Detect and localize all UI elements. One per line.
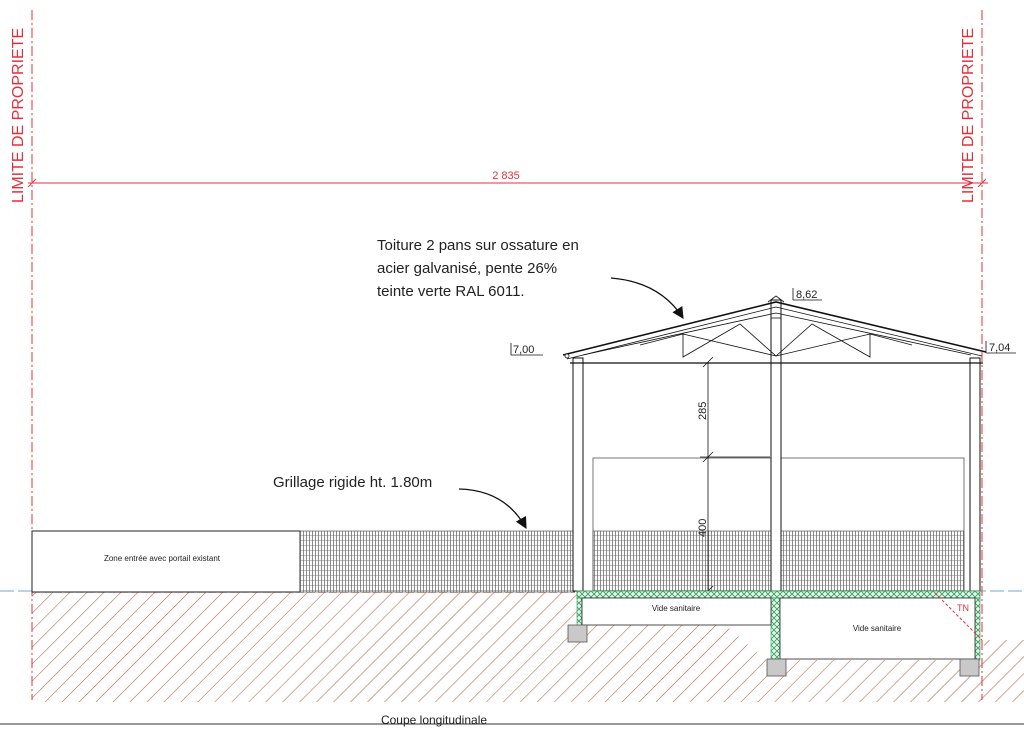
roof-note-arrow [610,277,684,319]
level-right-eave-value: 7,04 [989,342,1010,354]
roof-note-line2: acier galvanisé, pente 26% [377,260,557,277]
overall-dimension-value: 2 835 [492,170,520,182]
entry-zone-label: Zone entrée avec portail existant [104,554,221,563]
lower-height-value: 400 [697,519,709,537]
upper-height-value: 285 [697,402,709,420]
roof-note: Toiture 2 pans sur ossature en acier gal… [377,237,684,319]
roof-note-line1: Toiture 2 pans sur ossature en [377,237,579,254]
footing-left [567,624,588,643]
footing-right [959,658,980,677]
crawlspace-right-label: Vide sanitaire [853,624,902,633]
natural-ground-label: TN [957,603,969,613]
crawlspace-left-label: Vide sanitaire [652,604,701,613]
property-limit-left: LIMITE DE PROPRIETE [10,10,33,700]
fence-note: Grillage rigide ht. 1.80m [273,474,527,530]
footing-center [766,658,787,677]
level-left-eave-value: 7,00 [513,344,534,356]
fence-note-text: Grillage rigide ht. 1.80m [273,474,432,491]
drawing-caption: Coupe longitudinale [381,713,487,727]
level-marker-right-eave: 7,04 [985,341,1016,354]
roof-note-line3: teinte verte RAL 6011. [377,283,525,300]
fence-panel-left [299,530,575,593]
section-drawing: LIMITE DE PROPRIETE LIMITE DE PROPRIETE … [0,10,1024,727]
property-limit-right-label: LIMITE DE PROPRIETE [960,28,977,203]
level-marker-left-eave: 7,00 [510,343,543,356]
entry-zone: Zone entrée avec portail existant [31,530,301,593]
fence-note-arrow [458,488,527,530]
property-limit-left-label: LIMITE DE PROPRIETE [10,28,27,203]
overall-dimension-line: 2 835 [27,170,988,188]
level-ridge-value: 8,62 [796,289,817,301]
